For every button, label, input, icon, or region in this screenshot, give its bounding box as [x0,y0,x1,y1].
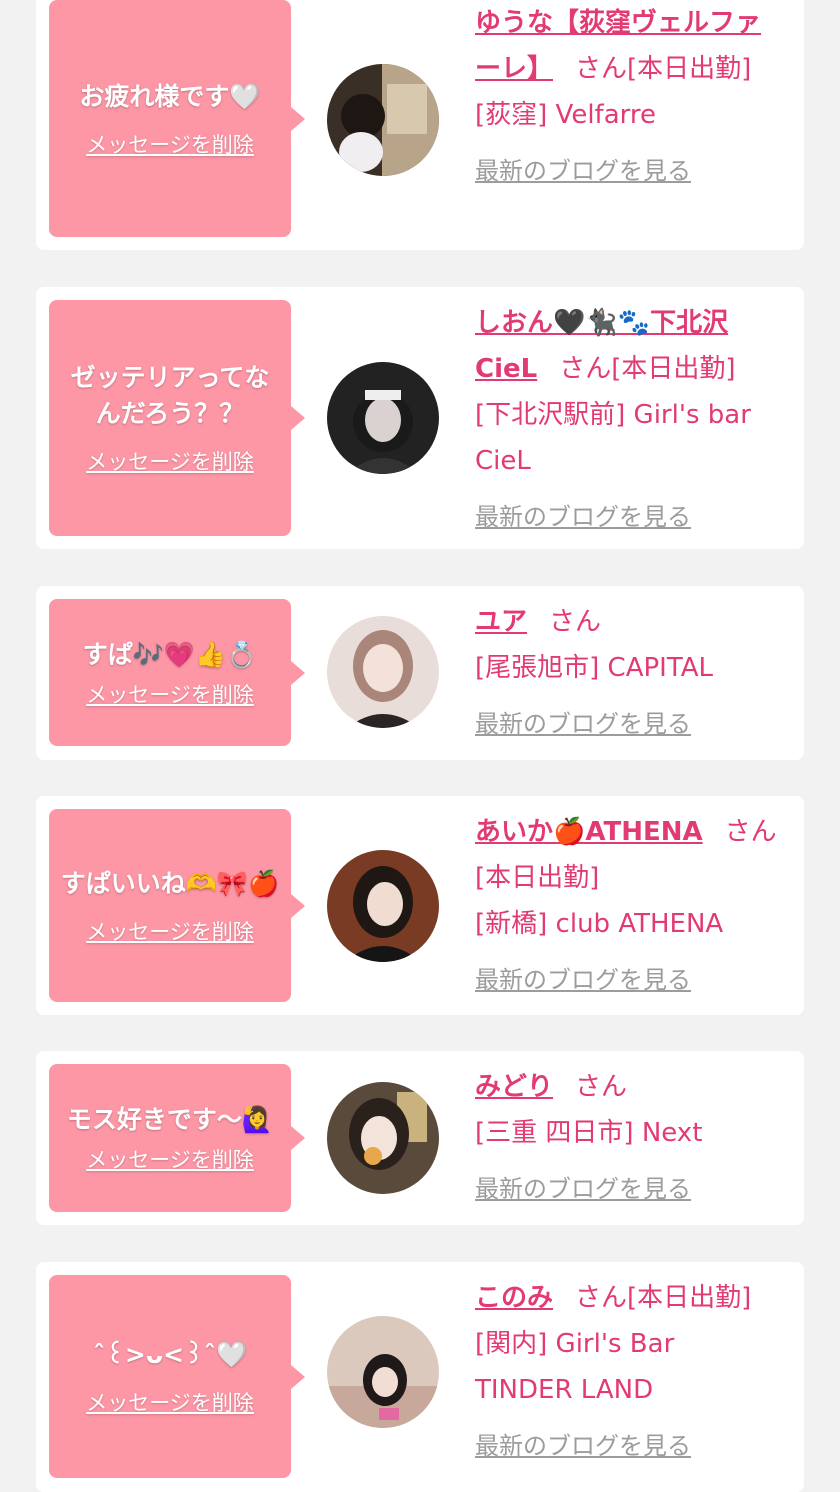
message-text: モス好きです〜🙋‍♀️ [66,1105,274,1134]
delete-message-link[interactable]: メッセージを削除 [86,679,254,709]
message-bubble: お疲れ様です🤍 メッセージを削除 [49,0,305,237]
cast-name-link[interactable]: みどり [475,1072,553,1102]
shop-name: [下北沢駅前] Girl's bar CieL [475,400,751,476]
shop-name: [三重 四日市] Next [475,1118,703,1148]
cast-info: あいか🍎ATHENA さん[本日出勤] [新橋] club ATHENA 最新のブ… [475,809,780,1003]
message-bubble: ˆ꒰>ᴗ<꒱ˆ🤍 メッセージを削除 [49,1275,305,1478]
shop-name: [荻窪] Velfarre [475,100,656,130]
cast-info: ゆうな【荻窪ヴェルファーレ】 さん[本日出勤] [荻窪] Velfarre 最新の… [475,0,780,194]
avatar-photo [327,850,439,962]
message-text: ˆ꒰>ᴗ<꒱ˆ🤍 [92,1339,248,1369]
latest-blog-link[interactable]: 最新のブログを見る [475,1166,691,1212]
cast-suffix: さん [549,607,602,637]
cast-info: このみ さん[本日出勤] [関内] Girl's Bar TINDER LAND … [475,1275,780,1469]
delete-message-link[interactable]: メッセージを削除 [86,916,254,946]
cast-info: ユア さん [尾張旭市] CAPITAL 最新のブログを見る [475,599,780,747]
cast-suffix: さん[本日出勤] [575,54,752,84]
cast-suffix: さん[本日出勤] [575,1283,752,1313]
shop-name: [新橋] club ATHENA [475,909,724,939]
avatar[interactable] [327,850,439,962]
avatar-photo [327,1316,439,1428]
message-card: すぱ🎶💗👍💍 メッセージを削除 ユア さん [尾張旭市] CAPITAL 最新のブ… [36,586,804,760]
cast-name-link[interactable]: あいか🍎ATHENA [475,817,703,847]
avatar[interactable] [327,362,439,474]
avatar[interactable] [327,1082,439,1194]
delete-message-link[interactable]: メッセージを削除 [86,129,254,159]
shop-name: [尾張旭市] CAPITAL [475,653,713,683]
message-bubble: モス好きです〜🙋‍♀️ メッセージを削除 [49,1064,305,1212]
delete-message-link[interactable]: メッセージを削除 [86,1144,254,1174]
latest-blog-link[interactable]: 最新のブログを見る [475,1423,691,1469]
latest-blog-link[interactable]: 最新のブログを見る [475,701,691,747]
cast-info: しおん🖤🐈‍⬛🐾下北沢CieL さん[本日出勤] [下北沢駅前] Girl's b… [475,300,780,540]
message-text: すぱ🎶💗👍💍 [82,639,258,669]
message-card: モス好きです〜🙋‍♀️ メッセージを削除 みどり さん [三重 四日市] Next… [36,1051,804,1225]
cast-name-link[interactable]: このみ [475,1283,553,1313]
message-text: すぱいいね🫶🎀🍎 [60,868,280,898]
avatar[interactable] [327,616,439,728]
avatar[interactable] [327,64,439,176]
message-bubble: ゼッテリアってなんだろう？？ メッセージを削除 [49,300,305,536]
message-card: ˆ꒰>ᴗ<꒱ˆ🤍 メッセージを削除 このみ さん[本日出勤] [関内] Girl'… [36,1262,804,1492]
delete-message-link[interactable]: メッセージを削除 [86,1387,254,1417]
message-card: すぱいいね🫶🎀🍎 メッセージを削除 あいか🍎ATHENA さん[本日出勤] [新橋… [36,796,804,1015]
message-bubble: すぱいいね🫶🎀🍎 メッセージを削除 [49,809,305,1002]
latest-blog-link[interactable]: 最新のブログを見る [475,494,691,540]
avatar[interactable] [327,1316,439,1428]
shop-name: [関内] Girl's Bar TINDER LAND [475,1329,675,1405]
cast-suffix: さん [575,1072,628,1102]
message-card: ゼッテリアってなんだろう？？ メッセージを削除 しおん🖤🐈‍⬛🐾下北沢CieL さ… [36,287,804,549]
cast-name-link[interactable]: ユア [475,607,527,637]
avatar-photo [327,1082,439,1194]
message-text: ゼッテリアってなんだろう？？ [70,363,270,428]
cast-info: みどり さん [三重 四日市] Next 最新のブログを見る [475,1064,780,1212]
avatar-photo [327,616,439,728]
avatar-photo [327,362,439,474]
message-bubble: すぱ🎶💗👍💍 メッセージを削除 [49,599,305,746]
cast-suffix: さん[本日出勤] [559,354,736,384]
latest-blog-link[interactable]: 最新のブログを見る [475,957,691,1003]
delete-message-link[interactable]: メッセージを削除 [86,446,254,476]
avatar-photo [327,64,439,176]
message-text: お疲れ様です🤍 [79,81,261,111]
message-card: お疲れ様です🤍 メッセージを削除 ゆうな【荻窪ヴェルファーレ】 さん[本日出勤] … [36,0,804,250]
latest-blog-link[interactable]: 最新のブログを見る [475,148,691,194]
